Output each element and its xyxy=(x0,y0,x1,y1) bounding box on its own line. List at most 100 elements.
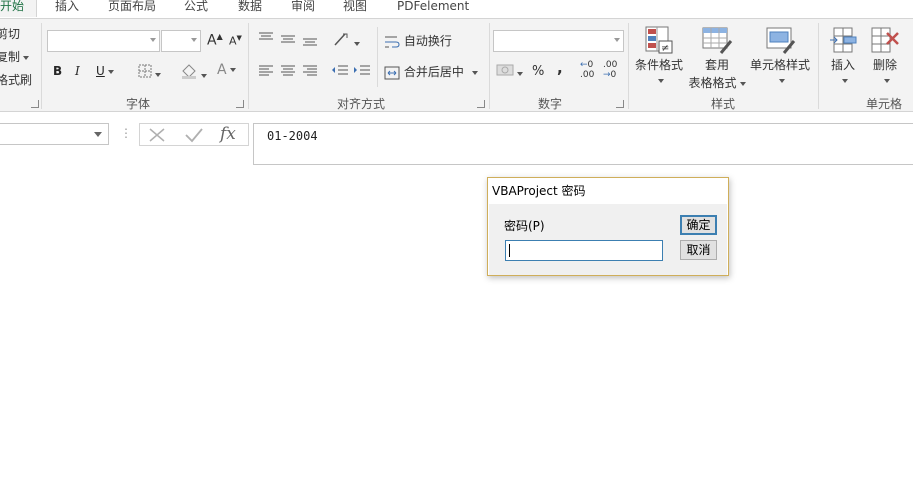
number-format-combo[interactable] xyxy=(493,30,624,52)
align-middle-button[interactable] xyxy=(280,34,296,49)
format-as-table-button[interactable]: 套用 表格格式 xyxy=(687,25,747,91)
merge-center-button[interactable]: 合并后居中 xyxy=(384,63,478,80)
accounting-icon xyxy=(496,64,514,76)
cancel-button[interactable]: 取消 xyxy=(680,240,717,260)
insert-function-button[interactable]: fx xyxy=(220,124,236,144)
clipboard-launcher-icon[interactable] xyxy=(31,100,39,108)
formula-buttons: fx xyxy=(139,123,249,146)
conditional-formatting-icon: ≠ xyxy=(645,26,673,54)
decrease-indent-button[interactable] xyxy=(331,65,349,80)
grow-font-button[interactable]: A▲ xyxy=(207,32,223,49)
delete-cells-button[interactable]: 删除 xyxy=(868,25,902,87)
bold-button[interactable]: B xyxy=(53,64,62,78)
chevron-down-icon xyxy=(657,78,664,83)
cut-button[interactable]: 剪切 xyxy=(0,25,20,42)
tab-formulas[interactable]: 公式 xyxy=(184,0,208,17)
chevron-down-icon xyxy=(841,78,848,83)
align-top-button[interactable] xyxy=(258,32,274,47)
inner-separator xyxy=(377,27,378,87)
copy-button[interactable]: 复制 xyxy=(0,48,30,65)
underline-button[interactable]: U xyxy=(96,64,114,78)
cell-styles-button[interactable]: 单元格样式 xyxy=(749,25,811,87)
password-label: 密码(P) xyxy=(504,219,545,233)
name-box[interactable] xyxy=(0,123,109,145)
chevron-down-icon xyxy=(201,73,207,78)
conditional-formatting-button[interactable]: ≠ 条件格式 xyxy=(634,25,684,87)
dialog-title: VBAProject 密码 xyxy=(492,184,586,198)
chevron-down-icon xyxy=(191,38,197,42)
font-color-button[interactable]: A xyxy=(217,62,236,78)
decrease-decimal-button[interactable]: .00 →0 xyxy=(603,60,617,80)
borders-icon xyxy=(138,64,152,78)
chevron-down-icon xyxy=(778,78,785,83)
chevron-down-icon xyxy=(614,38,620,42)
accounting-format-button[interactable] xyxy=(496,63,523,80)
chevron-down-icon xyxy=(150,38,156,42)
vba-password-dialog: VBAProject 密码 密码(P) 确定 取消 xyxy=(487,177,729,276)
align-bottom-icon xyxy=(303,38,317,46)
chevron-down-icon xyxy=(354,41,360,46)
cells-group-label: 单元格 xyxy=(866,97,903,111)
password-input[interactable] xyxy=(505,240,663,261)
increase-decimal-button[interactable]: ←0.00 xyxy=(580,60,594,80)
chevron-down-icon xyxy=(883,78,890,83)
tab-data[interactable]: 数据 xyxy=(238,0,262,17)
group-separator xyxy=(628,23,629,109)
cancel-entry-icon[interactable] xyxy=(148,127,166,143)
dialog-body: 密码(P) 确定 取消 xyxy=(489,204,727,275)
chevron-down-icon xyxy=(155,72,161,77)
fill-color-button[interactable] xyxy=(180,63,207,82)
text-cursor xyxy=(509,244,510,257)
align-right-icon xyxy=(303,65,317,76)
align-top-icon xyxy=(259,32,273,40)
styles-group-label: 样式 xyxy=(711,97,736,111)
tab-review[interactable]: 审阅 xyxy=(291,0,315,17)
chevron-down-icon xyxy=(229,68,236,72)
formula-bar: ⋮ fx 01-2004 xyxy=(0,112,913,166)
font-group-label: 字体 xyxy=(126,97,151,111)
cell-styles-icon xyxy=(766,27,796,54)
tab-insert[interactable]: 插入 xyxy=(55,0,79,17)
ribbon: 剪切 复制 格式刷 A▲ A▼ B I U A 字体 自动换行 合并后居中 对齐… xyxy=(0,18,913,112)
chevron-down-icon xyxy=(471,70,478,75)
format-painter-button[interactable]: 格式刷 xyxy=(0,71,32,88)
wrap-text-button[interactable]: 自动换行 xyxy=(384,32,452,49)
group-separator xyxy=(41,23,42,109)
number-launcher-icon[interactable] xyxy=(616,100,624,108)
align-center-button[interactable] xyxy=(280,65,296,80)
tab-home[interactable]: 开始 xyxy=(0,0,38,17)
chevron-down-icon xyxy=(23,55,30,60)
insert-cells-button[interactable]: 插入 xyxy=(826,25,860,87)
increase-indent-button[interactable] xyxy=(353,65,371,80)
borders-button[interactable] xyxy=(138,64,161,81)
formula-input[interactable]: 01-2004 xyxy=(253,123,913,165)
align-left-button[interactable] xyxy=(258,65,274,80)
alignment-launcher-icon[interactable] xyxy=(477,100,485,108)
chevron-down-icon xyxy=(94,132,102,137)
align-right-button[interactable] xyxy=(302,65,318,80)
tab-pdfelement[interactable]: PDFelement xyxy=(397,0,469,17)
italic-button[interactable]: I xyxy=(75,64,80,78)
group-separator xyxy=(489,23,490,109)
number-group-label: 数字 xyxy=(538,97,563,111)
comma-style-button[interactable]: , xyxy=(557,59,563,77)
font-launcher-icon[interactable] xyxy=(236,100,244,108)
confirm-entry-icon[interactable] xyxy=(184,127,204,143)
ok-button[interactable]: 确定 xyxy=(680,215,717,235)
ribbon-tabs: 开始 插入 页面布局 公式 数据 审阅 视图 PDFelement xyxy=(0,0,913,18)
chevron-down-icon xyxy=(517,71,523,76)
tab-view[interactable]: 视图 xyxy=(343,0,367,17)
text-orientation-icon xyxy=(334,33,348,46)
group-separator xyxy=(248,23,249,109)
formula-bar-grip-icon[interactable]: ⋮ xyxy=(120,126,132,140)
font-name-combo[interactable] xyxy=(47,30,160,52)
svg-text:≠: ≠ xyxy=(661,43,669,54)
percent-button[interactable]: % xyxy=(532,64,544,79)
decrease-indent-icon xyxy=(332,65,348,75)
shrink-font-button[interactable]: A▼ xyxy=(229,34,242,48)
tab-page-layout[interactable]: 页面布局 xyxy=(108,0,156,17)
align-bottom-button[interactable] xyxy=(302,36,318,51)
orientation-button[interactable] xyxy=(333,31,360,50)
chevron-down-icon xyxy=(739,81,746,86)
font-size-combo[interactable] xyxy=(161,30,201,52)
